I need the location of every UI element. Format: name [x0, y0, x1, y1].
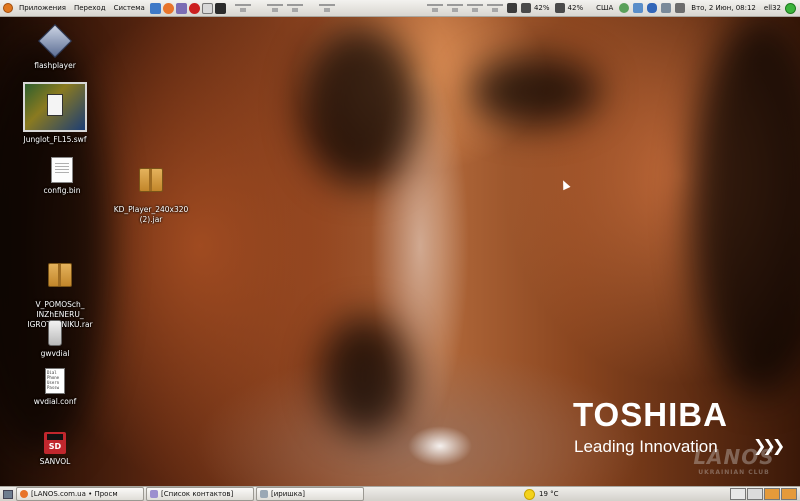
ubuntu-logo-icon[interactable]	[3, 3, 13, 13]
taskbar-item-chat[interactable]: [иришка]	[256, 487, 364, 501]
pidgin-icon[interactable]	[175, 2, 187, 14]
mail-icon[interactable]	[201, 2, 213, 14]
battery-icon[interactable]	[554, 3, 565, 13]
username[interactable]: ell32	[760, 0, 782, 16]
applet-placeholder-icon[interactable]	[266, 3, 283, 13]
watermark-main: LANOS	[693, 445, 775, 469]
bottom-panel: [LANOS.com.ua • Просм [Список контактов]…	[0, 486, 800, 501]
workspace-2[interactable]	[747, 488, 763, 500]
desktop-icon-sanvol[interactable]: SD SANVOL	[10, 432, 100, 467]
menu-system[interactable]: Система	[110, 0, 149, 16]
phone-icon	[48, 320, 62, 346]
sun-icon[interactable]	[524, 488, 535, 500]
opera-icon[interactable]	[188, 2, 200, 14]
taskbar-item-label: [Список контактов]	[161, 490, 234, 498]
taskbar-item-label: [иришка]	[271, 490, 305, 498]
applet-placeholder-icon[interactable]	[286, 3, 303, 13]
firefox-icon[interactable]	[162, 2, 174, 14]
menu-applications[interactable]: Приложения	[15, 0, 70, 16]
bluetooth-icon[interactable]	[647, 3, 658, 13]
document-icon	[51, 157, 73, 183]
weather-temperature[interactable]: 19 °C	[539, 490, 559, 498]
battery-icon[interactable]	[520, 3, 531, 13]
workspace-1[interactable]	[730, 488, 746, 500]
desktop-icon-wvdial-conf[interactable]: Dial Phone Usern Passw wvdial.conf	[10, 368, 100, 407]
applet-placeholder-icon[interactable]	[486, 3, 503, 13]
battery-percent: 42%	[533, 4, 550, 12]
config-file-icon: Dial Phone Usern Passw	[45, 368, 65, 394]
swf-thumbnail-icon	[23, 82, 87, 132]
taskbar-item-firefox[interactable]: [LANOS.com.ua • Просм	[16, 487, 144, 501]
desktop-icon-label: config.bin	[43, 186, 81, 195]
terminal-icon[interactable]	[214, 2, 226, 14]
desktop-icon-label: gwvdial	[40, 349, 70, 358]
applet-placeholder-icon[interactable]	[234, 3, 251, 13]
chat-icon	[260, 490, 268, 498]
taskbar-item-contacts[interactable]: [Список контактов]	[146, 487, 254, 501]
desktop-icon-label: wvdial.conf	[33, 397, 77, 406]
wifi-icon[interactable]	[661, 3, 672, 13]
applet-placeholder-icon[interactable]	[318, 3, 335, 13]
toshiba-logo: TOSHIBA	[573, 396, 728, 433]
help-icon[interactable]	[149, 2, 161, 14]
online-status-icon[interactable]	[785, 2, 796, 14]
archive-icon	[48, 263, 72, 287]
desktop-icon-label: KD_Player_240x320 (2).jar	[113, 205, 189, 224]
workspace-4[interactable]	[781, 488, 797, 500]
taskbar-item-label: [LANOS.com.ua • Просм	[31, 490, 118, 498]
desktop-icon-swf[interactable]: Junglot_FL15.swf	[10, 82, 100, 145]
top-panel: Приложения Переход Система 42% 42% США В…	[0, 0, 800, 17]
desktop-icon-label: flashplayer	[34, 61, 76, 70]
desktop-icon-label: Junglot_FL15.swf	[23, 135, 87, 144]
applet-placeholder-icon[interactable]	[446, 3, 463, 13]
volume-icon[interactable]	[675, 3, 686, 13]
workspace-3[interactable]	[764, 488, 780, 500]
applet-placeholder-icon[interactable]	[426, 3, 443, 13]
clock[interactable]: Вто, 2 Июн, 08:12	[687, 0, 760, 16]
lanos-watermark: LANOS UKRAINIAN CLUB	[684, 445, 784, 485]
pidgin-icon	[150, 490, 158, 498]
desktop-icon-gwvdial[interactable]: gwvdial	[10, 320, 100, 359]
desktop-icon-kd-player[interactable]: KD_Player_240x320 (2).jar	[106, 158, 196, 235]
messaging-icon[interactable]	[619, 3, 630, 13]
watermark-sub: UKRAINIAN CLUB	[698, 469, 770, 476]
desktop-icon-flashplayer[interactable]: flashplayer	[10, 24, 100, 71]
flash-icon	[38, 24, 72, 58]
keyboard-layout[interactable]: США	[592, 0, 617, 16]
sd-card-icon: SD	[44, 432, 66, 454]
desktop-icon-label: SANVOL	[39, 457, 71, 466]
battery-percent: 42%	[567, 4, 584, 12]
update-icon[interactable]	[633, 3, 644, 13]
network-icon[interactable]	[506, 3, 517, 13]
desktop-icon-config-bin[interactable]: config.bin	[17, 157, 107, 196]
archive-icon	[139, 168, 163, 192]
firefox-icon	[20, 490, 28, 498]
show-desktop-icon[interactable]	[3, 489, 13, 499]
applet-placeholder-icon[interactable]	[466, 3, 483, 13]
menu-places[interactable]: Переход	[70, 0, 110, 16]
